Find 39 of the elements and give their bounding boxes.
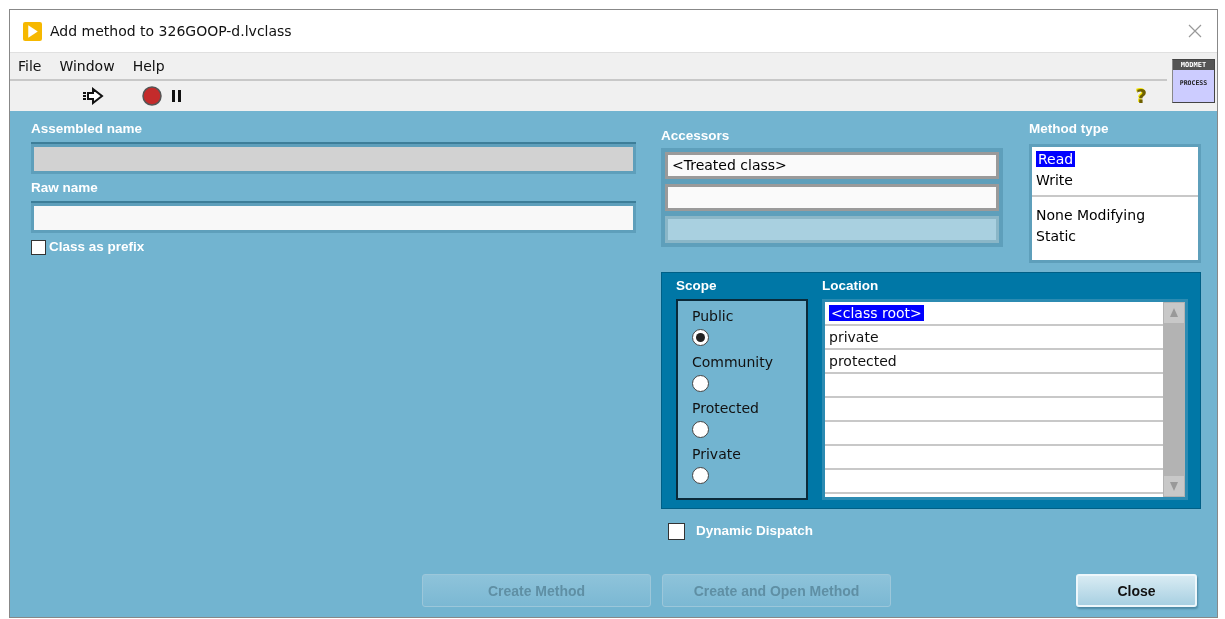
dialog-button[interactable]: Close [1076, 574, 1197, 607]
radio-button[interactable] [692, 329, 709, 346]
menu-item[interactable]: Window [59, 58, 115, 74]
field-label: Raw name [31, 179, 99, 197]
field-label: Assembled name [31, 120, 144, 138]
accessor-field[interactable]: <Treated class> [665, 152, 999, 179]
radio-label: Private [692, 445, 741, 464]
raw-name-field[interactable] [34, 206, 633, 230]
list-item[interactable]: None Modifying [1036, 207, 1145, 223]
close-icon[interactable] [1188, 24, 1202, 38]
list-item[interactable]: Read [1036, 151, 1076, 167]
app-logo-icon [23, 21, 42, 41]
menu-item[interactable]: Help [132, 58, 165, 74]
list-item[interactable]: <class root> [829, 305, 924, 321]
accessor-field[interactable] [665, 184, 999, 211]
radio-label: Public [692, 307, 734, 326]
radio-label: Protected [692, 399, 759, 418]
run-arrow-icon[interactable] [82, 87, 104, 105]
list-item[interactable]: Static [1036, 228, 1077, 244]
checkbox-label: Class as prefix [49, 238, 145, 256]
menu-item[interactable]: File [18, 58, 42, 74]
window-title: Add method to 326GOOP-d.lvclass [50, 23, 293, 39]
checkbox-label: Dynamic Dispatch [696, 522, 814, 540]
radio-button[interactable] [692, 421, 709, 438]
scope-label: Scope [676, 277, 718, 295]
pause-icon[interactable] [171, 89, 183, 103]
location-label: Location [822, 277, 880, 295]
stop-icon[interactable] [142, 86, 162, 106]
radio-button[interactable] [692, 375, 709, 392]
list-item[interactable]: private [829, 329, 879, 345]
help-icon[interactable]: ? [1135, 85, 1147, 107]
checkbox[interactable] [668, 522, 685, 540]
list-item[interactable]: Write [1036, 172, 1073, 188]
method-type-label: Method type [1029, 120, 1110, 138]
radio-button[interactable] [692, 467, 709, 484]
checkbox[interactable] [31, 239, 46, 255]
radio-label: Community [692, 353, 774, 372]
list-item[interactable]: protected [829, 353, 897, 369]
accessors-label: Accessors [661, 127, 731, 145]
